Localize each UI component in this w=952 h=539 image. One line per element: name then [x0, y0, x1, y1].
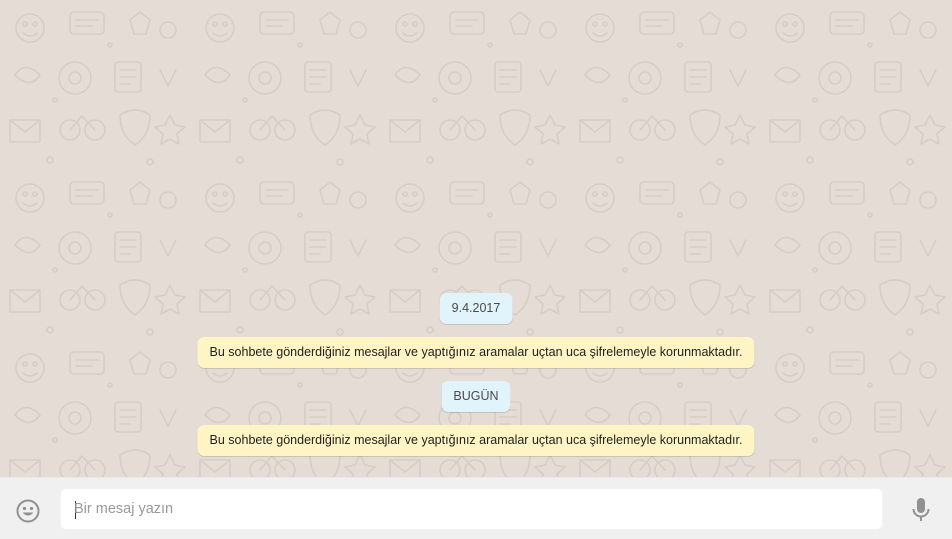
encryption-notice[interactable]: Bu sohbete gönderdiğiniz mesajlar ve yap…	[197, 337, 755, 368]
whatsapp-chat-window: 9.4.2017 Bu sohbete gönderdiğiniz mesajl…	[0, 0, 952, 539]
date-separator-today: BUGÜN	[441, 381, 511, 412]
date-separator: 9.4.2017	[439, 293, 513, 324]
message-input[interactable]	[74, 489, 864, 529]
emoji-button[interactable]	[14, 497, 42, 525]
smiley-icon	[16, 499, 40, 523]
chat-message-area[interactable]: 9.4.2017 Bu sohbete gönderdiğiniz mesajl…	[0, 0, 952, 477]
message-list: 9.4.2017 Bu sohbete gönderdiğiniz mesajl…	[0, 0, 952, 477]
message-input-container[interactable]	[60, 488, 883, 530]
message-composer	[0, 477, 952, 539]
voice-message-button[interactable]	[909, 494, 933, 526]
microphone-icon	[912, 498, 930, 521]
encryption-notice[interactable]: Bu sohbete gönderdiğiniz mesajlar ve yap…	[197, 425, 755, 456]
